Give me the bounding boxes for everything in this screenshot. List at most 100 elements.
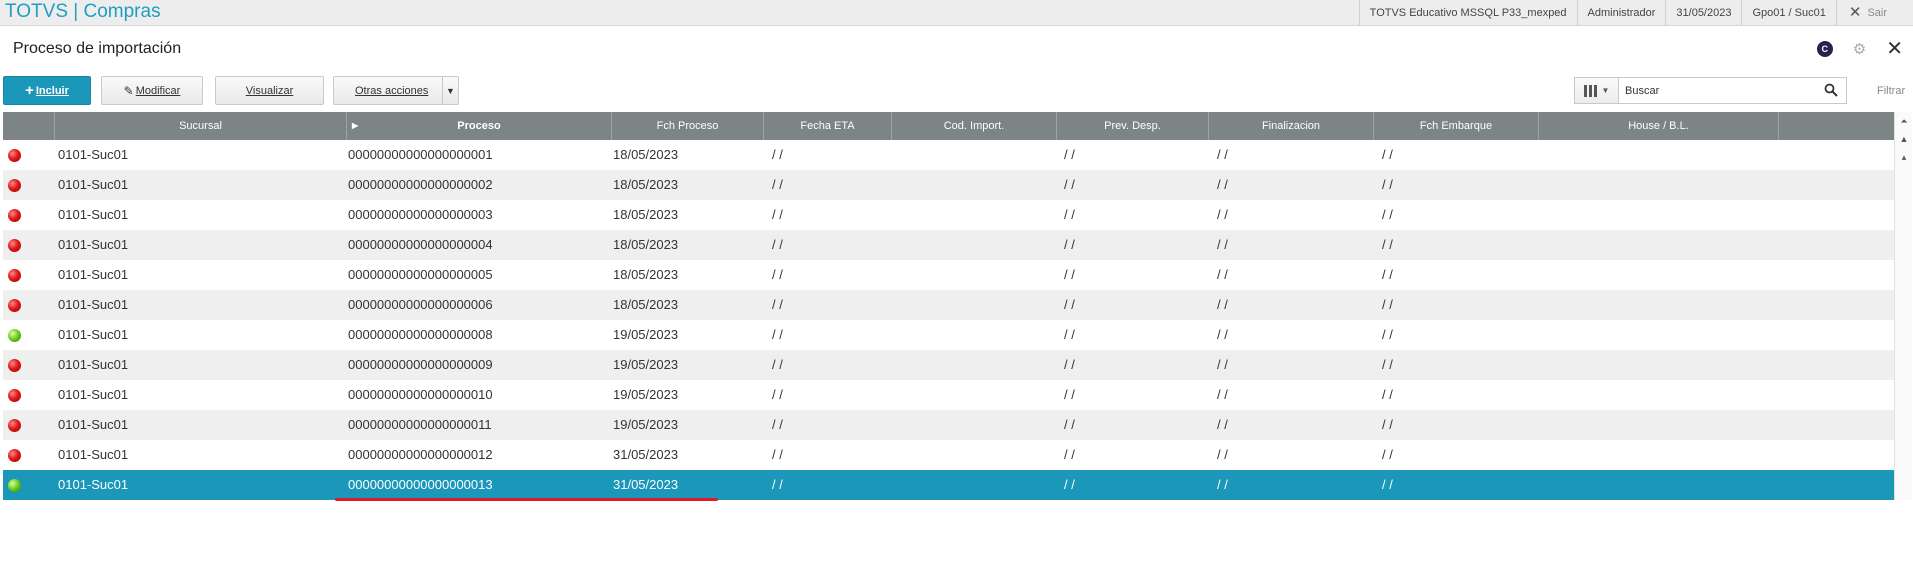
cell-fch-proceso: 19/05/2023 [613, 327, 679, 342]
status-red-icon[interactable] [8, 419, 21, 432]
table-row[interactable]: 0101-Suc01 00000000000000000013 31/05/2023… [3, 470, 1894, 500]
status-red-icon[interactable] [8, 269, 21, 282]
user-label[interactable]: Administrador [1576, 0, 1666, 26]
status-red-icon[interactable] [8, 149, 21, 162]
cell-fch-proceso: 18/05/2023 [613, 207, 679, 222]
visualizar-button[interactable]: Visualizar [215, 76, 324, 105]
table-row[interactable]: 0101-Suc01 00000000000000000009 19/05/2023… [3, 350, 1894, 380]
branch-label[interactable]: Gpo01 / Suc01 [1741, 0, 1835, 26]
otras-acciones-button[interactable]: Otras acciones ▼ [333, 76, 459, 105]
cell-finalizacion: / / [1217, 447, 1228, 462]
cell-fch-embarque: / / [1382, 357, 1393, 372]
cell-finalizacion: / / [1217, 417, 1228, 432]
search-input[interactable] [1619, 84, 1809, 97]
cell-sucursal: 0101-Suc01 [58, 477, 129, 492]
table-row[interactable]: 0101-Suc01 00000000000000000011 19/05/2023… [3, 410, 1894, 440]
incluir-button[interactable]: + Incluir [3, 76, 91, 105]
filtrar-link[interactable]: Filtrar [1877, 85, 1905, 97]
cell-fecha-eta: / / [772, 417, 783, 432]
column-header-prev-desp[interactable]: Prev. Desp. [1057, 112, 1209, 140]
scroll-top-icon[interactable]: ⏶ [1896, 114, 1912, 128]
table-row[interactable]: 0101-Suc01 00000000000000000001 18/05/2023… [3, 140, 1894, 170]
cell-proceso: 00000000000000000011 [348, 417, 492, 432]
cell-fecha-eta: / / [772, 357, 783, 372]
table-row[interactable]: 0101-Suc01 00000000000000000006 18/05/2023… [3, 290, 1894, 320]
status-red-icon[interactable] [8, 209, 21, 222]
exit-button[interactable]: ✕ Sair [1835, 0, 1913, 26]
column-header-cod-import[interactable]: Cod. Import. [892, 112, 1057, 140]
cell-sucursal: 0101-Suc01 [58, 387, 129, 402]
cell-sucursal: 0101-Suc01 [58, 357, 129, 372]
column-header-sucursal[interactable]: Sucursal [55, 112, 347, 140]
cell-fecha-eta: / / [772, 267, 783, 282]
date-label[interactable]: 31/05/2023 [1665, 0, 1741, 26]
cell-proceso: 00000000000000000003 [348, 207, 493, 222]
cell-finalizacion: / / [1217, 327, 1228, 342]
cell-proceso: 00000000000000000010 [348, 387, 493, 402]
environment-label[interactable]: TOTVS Educativo MSSQL P33_mexped [1358, 0, 1577, 26]
gear-icon[interactable]: ⚙ [1853, 40, 1866, 58]
modificar-button[interactable]: ✎ Modificar [101, 76, 203, 105]
cell-prev-desp: / / [1064, 357, 1075, 372]
cell-prev-desp: / / [1064, 327, 1075, 342]
cell-fecha-eta: / / [772, 177, 783, 192]
cell-fecha-eta: / / [772, 207, 783, 222]
scroll-up-icon[interactable]: ▲ [1896, 132, 1912, 146]
column-header-ma[interactable]: Ma [1779, 112, 1894, 140]
close-icon: ✕ [1848, 4, 1862, 21]
cell-finalizacion: / / [1217, 297, 1228, 312]
cell-fch-embarque: / / [1382, 237, 1393, 252]
cell-fch-embarque: / / [1382, 267, 1393, 282]
status-red-icon[interactable] [8, 299, 21, 312]
caret-down-icon[interactable]: ▼ [442, 77, 458, 104]
status-red-icon[interactable] [8, 359, 21, 372]
close-window-icon[interactable]: ✕ [1886, 39, 1903, 59]
search-icon[interactable] [1824, 83, 1838, 97]
table-row[interactable]: 0101-Suc01 00000000000000000010 19/05/2023… [3, 380, 1894, 410]
cell-sucursal: 0101-Suc01 [58, 327, 129, 342]
table-row[interactable]: 0101-Suc01 00000000000000000003 18/05/2023… [3, 200, 1894, 230]
table-row[interactable]: 0101-Suc01 00000000000000000008 19/05/2023… [3, 320, 1894, 350]
cell-fch-embarque: / / [1382, 477, 1393, 492]
cell-proceso: 00000000000000000005 [348, 267, 493, 282]
status-green-icon[interactable] [8, 329, 21, 342]
cell-proceso: 00000000000000000001 [348, 147, 493, 162]
column-header-fch-embarque[interactable]: Fch Embarque [1374, 112, 1539, 140]
cell-fch-proceso: 19/05/2023 [613, 357, 679, 372]
cell-fch-proceso: 19/05/2023 [613, 387, 679, 402]
cell-prev-desp: / / [1064, 477, 1075, 492]
status-red-icon[interactable] [8, 389, 21, 402]
scroll-page-up-icon[interactable]: ▴ [1896, 150, 1912, 164]
cell-fch-proceso: 31/05/2023 [613, 447, 679, 462]
column-selector[interactable]: ▼ [1575, 78, 1619, 103]
column-header-proceso[interactable]: ▶ Proceso [347, 112, 612, 140]
table-row[interactable]: 0101-Suc01 00000000000000000002 18/05/2023… [3, 170, 1894, 200]
cell-sucursal: 0101-Suc01 [58, 447, 129, 462]
table-row[interactable]: 0101-Suc01 00000000000000000005 18/05/2023… [3, 260, 1894, 290]
cell-fch-proceso: 18/05/2023 [613, 297, 679, 312]
status-red-icon[interactable] [8, 239, 21, 252]
column-header-fch-proceso[interactable]: Fch Proceso [612, 112, 764, 140]
column-header-house-bl[interactable]: House / B.L. [1539, 112, 1779, 140]
status-green-icon[interactable] [8, 479, 21, 492]
cell-proceso: 00000000000000000012 [348, 447, 493, 462]
column-header-status[interactable] [3, 112, 55, 140]
page-title: Proceso de importación [13, 40, 182, 57]
c-badge-icon[interactable]: C [1816, 41, 1833, 57]
annotation-underline [335, 498, 718, 501]
status-red-icon[interactable] [8, 179, 21, 192]
column-header-finalizacion[interactable]: Finalizacion [1209, 112, 1374, 140]
cell-fch-embarque: / / [1382, 327, 1393, 342]
status-red-icon[interactable] [8, 449, 21, 462]
vertical-scrollbar[interactable]: ⏶ ▲ ▴ [1894, 112, 1912, 500]
table-row[interactable]: 0101-Suc01 00000000000000000012 31/05/2023… [3, 440, 1894, 470]
table-row[interactable]: 0101-Suc01 00000000000000000004 18/05/2023… [3, 230, 1894, 260]
cell-fch-embarque: / / [1382, 207, 1393, 222]
column-header-fecha-eta[interactable]: Fecha ETA [764, 112, 892, 140]
app-brand: TOTVS | Compras [5, 1, 161, 22]
cell-fch-proceso: 31/05/2023 [613, 477, 679, 492]
cell-sucursal: 0101-Suc01 [58, 267, 129, 282]
cell-finalizacion: / / [1217, 177, 1228, 192]
cell-sucursal: 0101-Suc01 [58, 147, 129, 162]
cell-fch-embarque: / / [1382, 297, 1393, 312]
